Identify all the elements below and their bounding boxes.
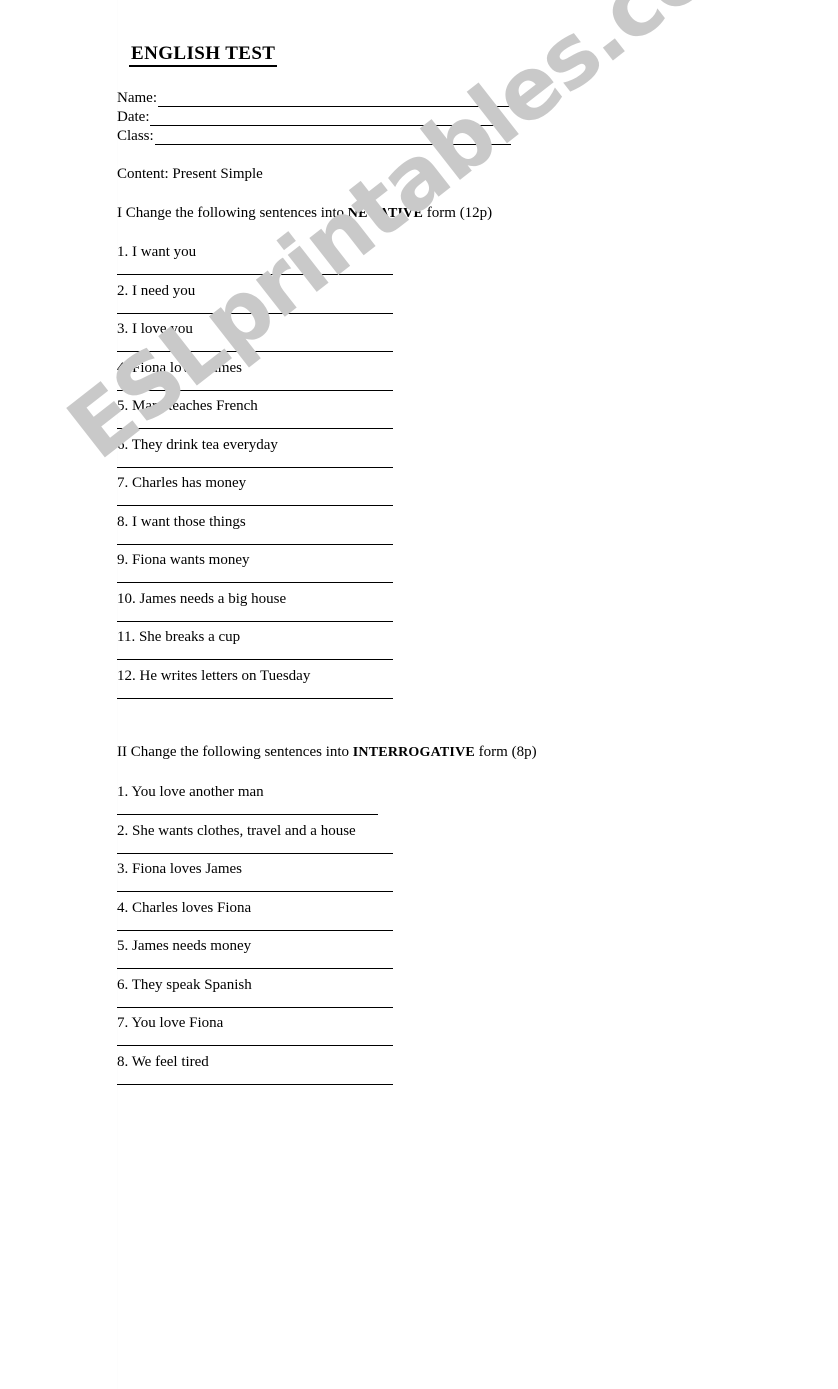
question-item: 3. Fiona loves James <box>117 860 517 899</box>
answer-blank-line[interactable] <box>117 659 393 660</box>
answer-blank-line[interactable] <box>117 891 393 892</box>
question-item: 10. James needs a big house <box>117 590 517 629</box>
question-item: 6. They speak Spanish <box>117 976 517 1015</box>
date-blank-line[interactable] <box>150 110 511 126</box>
question-text: 7. Charles has money <box>117 475 247 491</box>
date-row: Date: <box>117 107 517 126</box>
answer-blank-line[interactable] <box>117 620 393 622</box>
question-item: 11. She breaks a cup <box>117 628 517 667</box>
answer-blank-line[interactable] <box>117 351 393 352</box>
question-text: 1. I want you <box>117 244 197 260</box>
answer-blank-line[interactable] <box>117 505 393 506</box>
answer-blank-line[interactable] <box>117 697 393 699</box>
question-text: 1. You love another man <box>117 784 264 800</box>
question-text: 4. Charles loves Fiona <box>117 899 252 916</box>
question-item: 5. James needs money <box>117 937 517 976</box>
name-row: Name: <box>117 88 517 107</box>
section-2-heading-emphasis: INTERROGATIVE <box>352 745 475 760</box>
question-text: 6. They speak Spanish <box>117 976 252 993</box>
question-item: 4. Charles loves Fiona <box>117 899 517 938</box>
page-title: ENGLISH TEST <box>129 44 278 67</box>
answer-blank-line[interactable] <box>117 466 393 468</box>
question-text: 7. You love Fiona <box>117 1015 224 1031</box>
answer-blank-line[interactable] <box>117 1006 393 1008</box>
question-item: 5. Mary teaches French <box>117 397 517 436</box>
question-text: 4. Fiona loves James <box>117 359 242 376</box>
name-label: Name: <box>117 90 157 106</box>
class-row: Class: <box>117 126 517 145</box>
question-item: 4. Fiona loves James <box>117 359 517 398</box>
question-text: 3. Fiona loves James <box>117 861 242 877</box>
name-blank-line[interactable] <box>157 91 517 107</box>
section-2-heading-prefix: II Change the following sentences into <box>117 744 353 760</box>
answer-blank-line[interactable] <box>117 814 378 815</box>
date-label: Date: <box>117 109 150 125</box>
class-blank-line[interactable] <box>154 129 511 145</box>
section-1-question-list: 1. I want you 2. I need you 3. I love you 4… <box>117 243 517 705</box>
question-item: 9. Fiona wants money <box>117 551 517 590</box>
answer-blank-line[interactable] <box>117 389 393 391</box>
answer-blank-line[interactable] <box>117 1045 393 1046</box>
answer-blank-line[interactable] <box>117 929 393 931</box>
answer-blank-line[interactable] <box>117 274 393 275</box>
class-label: Class: <box>117 128 154 144</box>
section-1-heading: I Change the following sentences into NE… <box>117 205 492 222</box>
question-text: 11. She breaks a cup <box>117 629 241 645</box>
answer-blank-line[interactable] <box>117 852 393 854</box>
question-item: 1. I want you <box>117 243 517 282</box>
question-text: 8. I want those things <box>117 513 246 530</box>
section-2-heading-suffix: form (8p) <box>474 744 537 760</box>
question-item: 8. I want those things <box>117 513 517 552</box>
question-text: 2. She wants clothes, travel and a house <box>117 822 356 839</box>
question-text: 8. We feel tired <box>117 1053 209 1070</box>
question-text: 12. He writes letters on Tuesday <box>117 667 311 684</box>
question-item: 1. You love another man <box>117 783 517 822</box>
answer-blank-line[interactable] <box>117 968 393 969</box>
section-2-question-list: 1. You love another man 2. She wants clot… <box>117 783 517 1091</box>
question-text: 5. Mary teaches French <box>117 398 258 414</box>
question-text: 3. I love you <box>117 321 193 337</box>
question-item: 2. She wants clothes, travel and a house <box>117 822 517 861</box>
section-1-heading-emphasis: NEGATIVE <box>347 206 424 221</box>
question-item: 3. I love you <box>117 320 517 359</box>
question-text: 2. I need you <box>117 282 196 299</box>
content-note: Content: Present Simple <box>117 166 263 182</box>
worksheet-page: ESLprintables.com ENGLISH TEST Name: Dat… <box>0 0 838 1389</box>
question-text: 6. They drink tea everyday <box>117 436 278 453</box>
question-item: 7. Charles has money <box>117 474 517 513</box>
answer-blank-line[interactable] <box>117 582 393 583</box>
question-item: 7. You love Fiona <box>117 1014 517 1053</box>
answer-blank-line[interactable] <box>117 543 393 545</box>
answer-blank-line[interactable] <box>117 312 393 314</box>
answer-blank-line[interactable] <box>117 1083 393 1085</box>
section-1-heading-prefix: I Change the following sentences into <box>117 205 348 221</box>
question-text: 5. James needs money <box>117 938 252 954</box>
question-item: 8. We feel tired <box>117 1053 517 1092</box>
student-identity-block: Name: Date: Class: <box>117 88 517 145</box>
question-text: 9. Fiona wants money <box>117 552 250 568</box>
question-item: 6. They drink tea everyday <box>117 436 517 475</box>
question-text: 10. James needs a big house <box>117 590 287 607</box>
answer-blank-line[interactable] <box>117 428 393 429</box>
question-item: 12. He writes letters on Tuesday <box>117 667 517 706</box>
section-1-heading-suffix: form (12p) <box>423 205 493 221</box>
section-2-heading: II Change the following sentences into I… <box>117 744 537 761</box>
question-item: 2. I need you <box>117 282 517 321</box>
